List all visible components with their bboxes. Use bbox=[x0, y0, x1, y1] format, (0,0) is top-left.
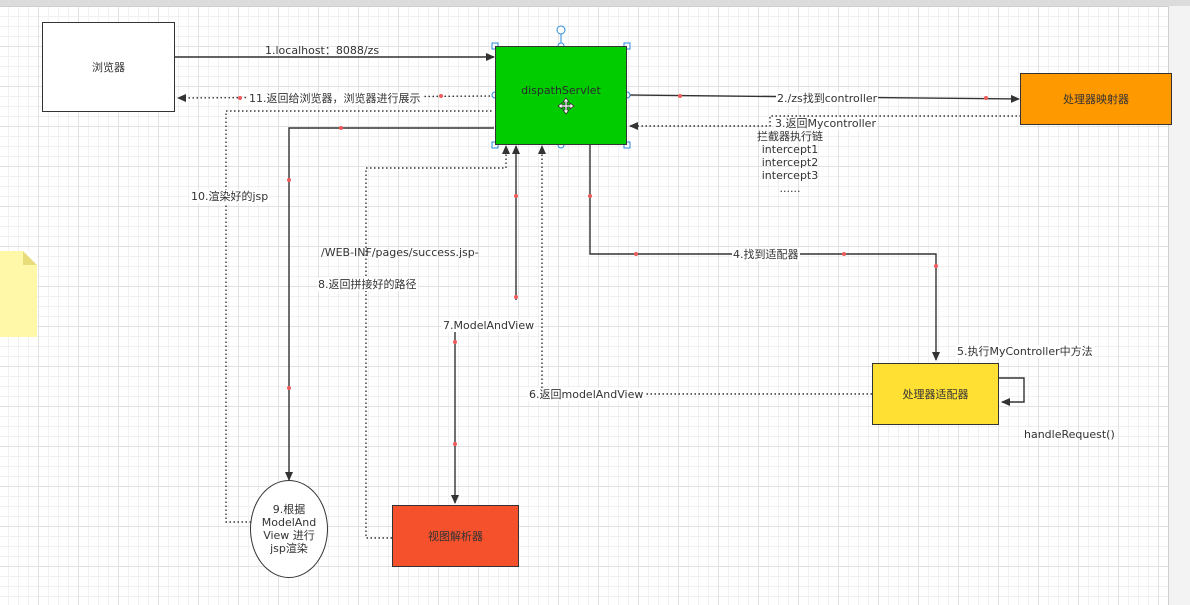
chain-line-1: intercept1 bbox=[761, 143, 819, 156]
label-step1: 1.localhost：8088/zs bbox=[265, 44, 380, 57]
browser-node[interactable]: 浏览器 bbox=[42, 22, 175, 112]
chain-line-0: 拦截器执行链 bbox=[757, 130, 823, 143]
label-step11: 11.返回给浏览器，浏览器进行展示 bbox=[248, 92, 422, 105]
label-step7: 7.ModelAndView bbox=[442, 319, 536, 332]
browser-label: 浏览器 bbox=[92, 61, 125, 74]
edge-9-render[interactable] bbox=[285, 127, 494, 481]
label-step8: 8.返回拼接好的路径 bbox=[317, 278, 418, 291]
label-step10: 10.渲染好的jsp bbox=[190, 190, 270, 203]
label-jsp-path: /WEB-INF/pages/success.jsp- bbox=[321, 246, 479, 259]
label-step5: 5.执行MyController中方法 bbox=[956, 345, 1094, 358]
adapter-label: 处理器适配器 bbox=[902, 388, 969, 401]
chain-line-2: intercept2 bbox=[761, 156, 819, 169]
edge-8-return-path[interactable] bbox=[365, 145, 510, 539]
dispatcher-label: dispathServlet bbox=[521, 84, 601, 97]
mapper-label: 处理器映射器 bbox=[1063, 93, 1129, 106]
label-step3: 3.返回Mycontroller bbox=[774, 117, 877, 130]
chain-line-3: intercept3 bbox=[761, 169, 819, 182]
sticky-note[interactable] bbox=[0, 251, 37, 337]
render-ellipse-node[interactable]: 9.根据 ModelAnd View 进行 jsp渲染 bbox=[250, 480, 328, 578]
view-resolver-label: 视图解析器 bbox=[428, 530, 483, 543]
dispatcher-servlet-node[interactable]: dispathServlet bbox=[495, 46, 627, 145]
edge-5-execute-method[interactable] bbox=[998, 377, 1025, 406]
handler-mapping-node[interactable]: 处理器映射器 bbox=[1020, 73, 1172, 125]
handler-adapter-node[interactable]: 处理器适配器 bbox=[872, 363, 999, 425]
move-cursor-icon bbox=[557, 97, 575, 115]
view-resolver-node[interactable]: 视图解析器 bbox=[392, 505, 519, 567]
render-label: 9.根据 ModelAnd View 进行 jsp渲染 bbox=[261, 503, 317, 555]
label-interceptor-chain: 拦截器执行链 intercept1 intercept2 intercept3 … bbox=[755, 130, 825, 195]
chain-line-4: ...... bbox=[779, 182, 801, 195]
label-step6: 6.返回modelAndView bbox=[528, 388, 645, 401]
label-step2: 2./zs找到controller bbox=[776, 92, 879, 105]
sticky-note-fold bbox=[23, 251, 37, 265]
label-handle-request: handleRequest() bbox=[1024, 428, 1115, 441]
edge-10-rendered-jsp[interactable] bbox=[225, 110, 494, 523]
label-step4: 4.找到适配器 bbox=[732, 248, 800, 261]
